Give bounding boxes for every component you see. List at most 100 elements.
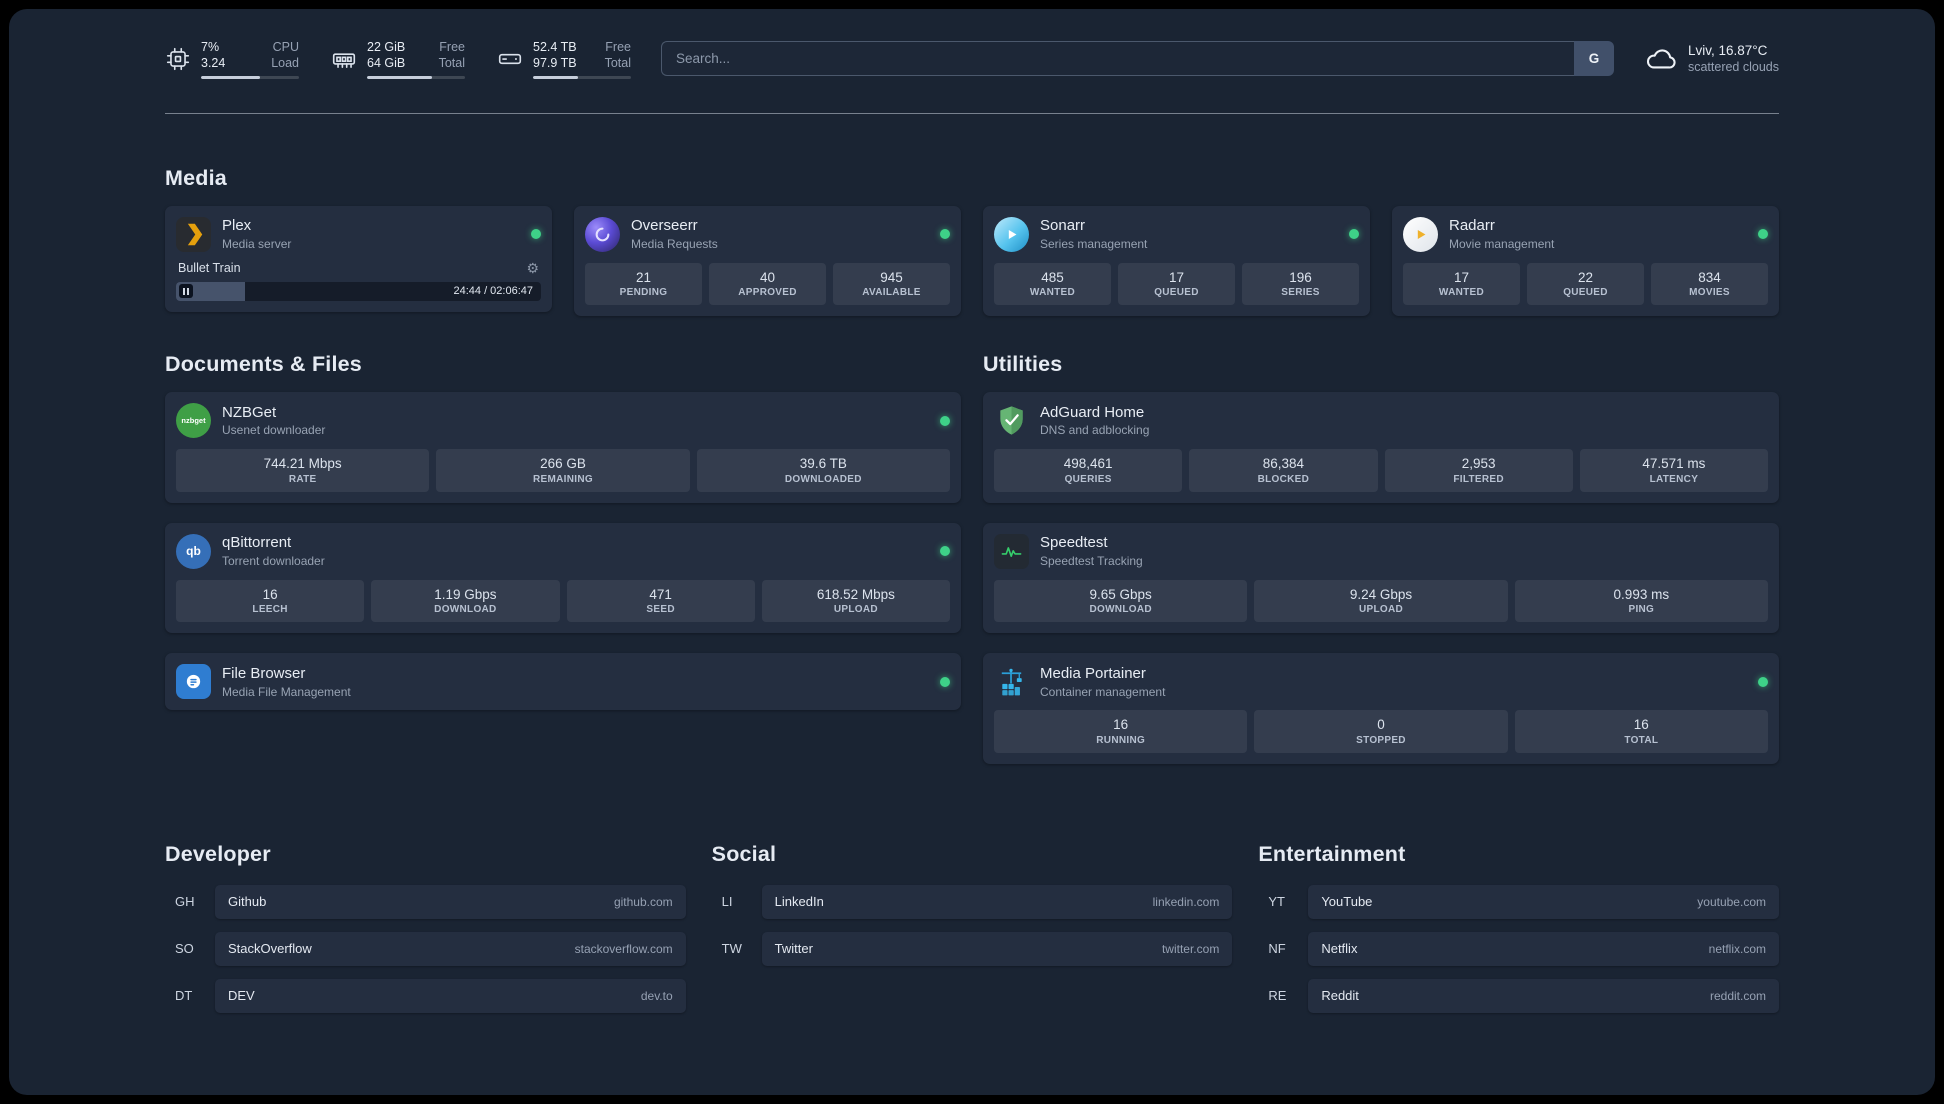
bookmark-row: SO StackOverflow stackoverflow.com	[165, 931, 686, 966]
service-card-header: qb qBittorrent Torrent downloader	[176, 533, 950, 569]
service-card-header: Speedtest Speedtest Tracking	[994, 533, 1768, 569]
stat-available: 945 AVAILABLE	[833, 262, 950, 306]
radarr-icon	[1403, 216, 1438, 252]
bookmark-abbr: LI	[721, 894, 733, 910]
resource-row: 52.4 TB Free	[533, 39, 631, 55]
stat-value: 196	[1289, 269, 1312, 285]
resource-row: 7% CPU	[201, 39, 299, 55]
search-input[interactable]	[661, 41, 1574, 77]
stat-approved: 40 APPROVED	[709, 262, 826, 306]
service-text: qBittorrent Torrent downloader	[222, 534, 325, 568]
status-indicator-online	[940, 229, 950, 239]
weather-widget[interactable]: Lviv, 16.87°C scattered clouds	[1644, 42, 1779, 75]
resource-label: Total	[438, 56, 465, 71]
service-card-sonarr[interactable]: Sonarr Series management 485 WANTED 17 QUEUED…	[983, 205, 1370, 317]
service-text: Speedtest Speedtest Tracking	[1040, 534, 1143, 568]
service-stats: 16 LEECH 1.19 Gbps DOWNLOAD 471 SEED 618.52 Mb…	[176, 579, 950, 623]
bookmarks-section: Developer GH Github github.com SO StackOverfl…	[165, 842, 1779, 1026]
service-card-radarr[interactable]: Radarr Movie management 17 WANTED 22 QUEUED 83…	[1392, 205, 1779, 317]
bookmark-abbr: GH	[175, 894, 195, 910]
search-provider-button[interactable]: G	[1573, 41, 1614, 77]
resource-row: 22 GiB Free	[367, 39, 465, 55]
stat-label: BLOCKED	[1257, 473, 1310, 485]
stat-label: WANTED	[1029, 287, 1076, 299]
resource-value: 97.9 TB	[533, 56, 577, 71]
resource-label: CPU	[272, 40, 299, 54]
bookmark-link-github[interactable]: Github github.com	[215, 884, 686, 919]
resource-progress-fill	[367, 75, 432, 79]
service-description: Movie management	[1449, 236, 1555, 251]
service-card-overseerr[interactable]: Overseerr Media Requests 21 PENDING 40 APPROV…	[574, 205, 961, 317]
service-text: Media Portainer Container management	[1040, 665, 1165, 699]
service-card-adguard[interactable]: AdGuard Home DNS and adblocking 498,461 QUE…	[983, 392, 1779, 503]
cpu-icon	[165, 46, 191, 72]
stat-label: UPLOAD	[833, 604, 878, 616]
resource-progressbar	[533, 75, 631, 79]
service-text: Plex Media server	[222, 217, 291, 251]
bookmark-url: youtube.com	[1697, 894, 1766, 909]
service-card-nzbget[interactable]: nzbget NZBGet Usenet downloader 744.21 Mbps…	[165, 392, 961, 503]
bookmark-link-youtube[interactable]: YouTube youtube.com	[1308, 884, 1779, 919]
bookmark-abbr: NF	[1268, 941, 1286, 957]
bookmark-link-netflix[interactable]: Netflix netflix.com	[1308, 931, 1779, 966]
stat-value: 47.571 ms	[1642, 456, 1706, 472]
status-indicator-online	[940, 546, 950, 557]
service-stats: 9.65 Gbps DOWNLOAD 9.24 Gbps UPLOAD 0.993 ms…	[994, 579, 1768, 623]
group-title: Media	[165, 165, 227, 190]
bookmark-link-linkedin[interactable]: LinkedIn linkedin.com	[761, 884, 1233, 919]
service-name: Plex	[222, 217, 252, 235]
service-card-header: Radarr Movie management	[1403, 216, 1768, 252]
bookmark-link-stackoverflow[interactable]: StackOverflow stackoverflow.com	[215, 931, 686, 966]
stat-label: MOVIES	[1689, 287, 1730, 299]
stat-label: STOPPED	[1356, 734, 1406, 746]
service-description: Torrent downloader	[222, 553, 325, 568]
service-description: Container management	[1040, 684, 1166, 699]
service-name: Overseerr	[631, 217, 698, 235]
stat-downloaded: 39.6 TB DOWNLOADED	[696, 449, 950, 492]
stat-download: 1.19 Gbps DOWNLOAD	[371, 579, 560, 623]
plex-icon	[176, 216, 211, 252]
stat-value: 22	[1577, 269, 1594, 285]
service-card-filebrowser[interactable]: File Browser Media File Management	[165, 653, 961, 711]
pause-button[interactable]	[179, 284, 193, 298]
service-card-plex[interactable]: Plex Media server Bullet Train ⚙ 24:44 / 02:…	[165, 205, 552, 312]
service-card-header: Plex Media server	[176, 216, 541, 252]
service-name: NZBGet	[222, 403, 277, 421]
stat-value: 17	[1453, 269, 1470, 285]
stat-label: PENDING	[619, 287, 668, 299]
stat-value: 1.19 Gbps	[434, 586, 497, 602]
stat-wanted: 485 WANTED	[994, 262, 1111, 306]
stat-value: 16	[1633, 717, 1649, 733]
bookmark-link-twitter[interactable]: Twitter twitter.com	[761, 931, 1233, 966]
group-cards: Plex Media server Bullet Train ⚙ 24:44 / 02:…	[165, 205, 1779, 317]
bookmark-link-dev[interactable]: DEV dev.to	[215, 978, 686, 1013]
search-bar: G	[661, 41, 1614, 77]
stat-value: 945	[880, 269, 903, 285]
service-text: Sonarr Series management	[1040, 217, 1147, 251]
speedtest-icon	[994, 533, 1029, 569]
group-title: Utilities	[983, 352, 1063, 377]
settings-gear-icon[interactable]: ⚙	[526, 261, 539, 275]
resource-widget-disk: 52.4 TB Free 97.9 TB Total	[497, 39, 631, 79]
stat-label: SEED	[646, 604, 675, 616]
service-name: Sonarr	[1040, 217, 1086, 235]
resource-label: Free	[605, 40, 631, 54]
disk-icon	[497, 46, 523, 72]
service-card-header: File Browser Media File Management	[176, 664, 950, 700]
service-description: Series management	[1040, 236, 1148, 251]
service-card-speedtest[interactable]: Speedtest Speedtest Tracking 9.65 Gbps DOWN…	[983, 522, 1779, 634]
stat-value: 744.21 Mbps	[263, 456, 342, 472]
service-description: Media File Management	[222, 684, 351, 699]
bookmark-link-reddit[interactable]: Reddit reddit.com	[1308, 978, 1779, 1013]
service-card-portainer[interactable]: Media Portainer Container management 16 RUN…	[983, 653, 1779, 764]
service-description: Usenet downloader	[222, 423, 326, 438]
stat-label: PING	[1628, 604, 1655, 616]
service-stats: 498,461 QUERIES 86,384 BLOCKED 2,953 FILTERED…	[994, 449, 1768, 492]
playback-progressbar[interactable]: 24:44 / 02:06:47	[176, 281, 541, 301]
bookmark-abbr: RE	[1268, 988, 1287, 1004]
service-card-qbittorrent[interactable]: qb qBittorrent Torrent downloader 16 LEECH 1.…	[165, 522, 961, 634]
service-card-header: Media Portainer Container management	[994, 664, 1768, 699]
service-description: DNS and adblocking	[1040, 423, 1150, 438]
stat-value: 16	[262, 586, 278, 602]
bookmark-name: Github	[228, 894, 267, 910]
